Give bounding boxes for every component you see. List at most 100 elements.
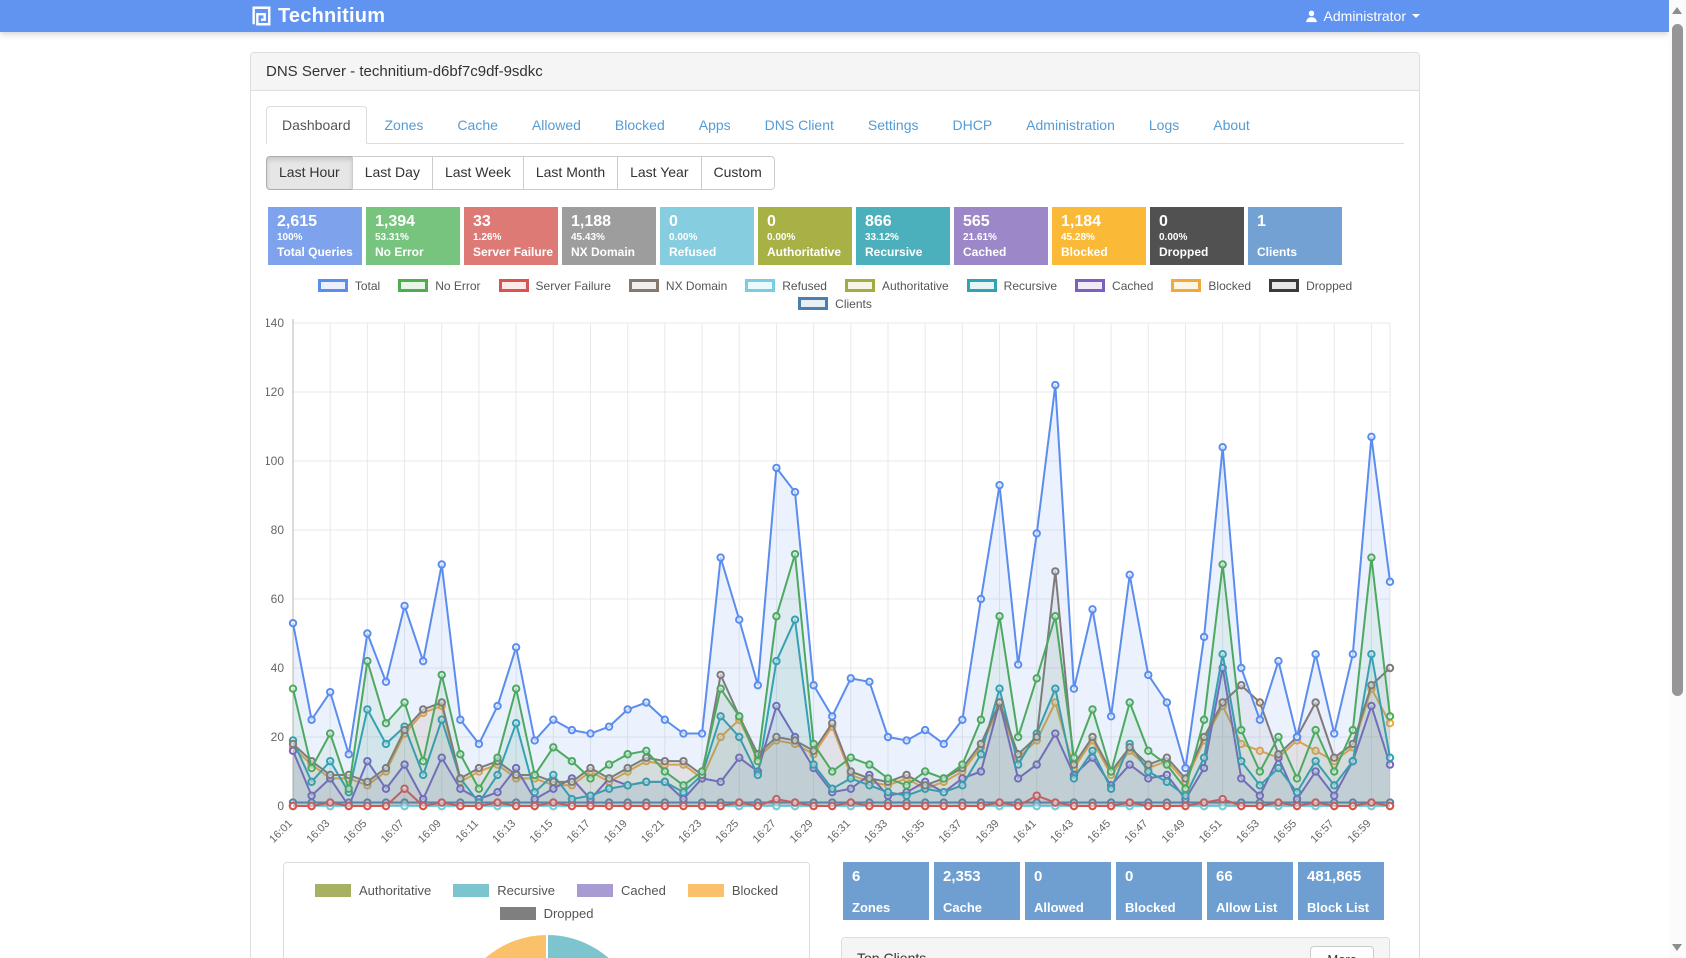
legend-clients[interactable]: Clients: [798, 297, 872, 311]
stat-authoritative: 00.00%Authoritative: [758, 207, 852, 265]
stat-value: 1: [1257, 212, 1333, 231]
legend-no-error[interactable]: No Error: [398, 279, 480, 293]
legend-label: No Error: [435, 279, 480, 293]
stat-blocked: 1,18445.28%Blocked: [1052, 207, 1146, 265]
pie-legend-authoritative[interactable]: Authoritative: [315, 883, 431, 898]
legend-swatch: [398, 279, 428, 292]
tab-blocked[interactable]: Blocked: [599, 106, 681, 144]
legend-label: Blocked: [1208, 279, 1251, 293]
range-custom[interactable]: Custom: [701, 156, 775, 190]
svg-text:16:55: 16:55: [1271, 818, 1299, 846]
stat-value: 0: [1034, 867, 1102, 886]
svg-text:16:25: 16:25: [713, 818, 741, 846]
tab-cache[interactable]: Cache: [441, 106, 513, 144]
range-last-month[interactable]: Last Month: [523, 156, 618, 190]
top-clients-more-button[interactable]: More: [1310, 946, 1374, 958]
legend-refused[interactable]: Refused: [745, 279, 827, 293]
page-scrollbar[interactable]: [1669, 0, 1686, 958]
tab-zones[interactable]: Zones: [369, 106, 440, 144]
stat-percent: 45.28%: [1061, 231, 1137, 244]
legend-swatch: [798, 297, 828, 310]
stat-percent: [1257, 231, 1333, 244]
counter-allow-list: 66Allow List: [1207, 862, 1293, 920]
svg-text:16:33: 16:33: [862, 818, 890, 846]
stat-label: Clients: [1257, 245, 1333, 260]
legend-cached[interactable]: Cached: [1075, 279, 1153, 293]
brand-text: Technitium: [278, 5, 385, 28]
svg-text:16:07: 16:07: [379, 818, 407, 846]
range-last-week[interactable]: Last Week: [432, 156, 524, 190]
stat-percent: 0.00%: [1159, 231, 1235, 244]
legend-swatch: [1171, 279, 1201, 292]
main-tabs: DashboardZonesCacheAllowedBlockedAppsDNS…: [266, 106, 1404, 144]
tab-about[interactable]: About: [1197, 106, 1266, 144]
tab-allowed[interactable]: Allowed: [516, 106, 597, 144]
stat-value: 481,865: [1307, 867, 1375, 886]
legend-swatch: [629, 279, 659, 292]
tab-dashboard[interactable]: Dashboard: [266, 106, 367, 144]
stat-clients: 1 Clients: [1248, 207, 1342, 265]
legend-label: Authoritative: [882, 279, 949, 293]
legend-label: Authoritative: [359, 883, 431, 898]
tab-dns-client[interactable]: DNS Client: [749, 106, 850, 144]
scrollbar-thumb[interactable]: [1672, 24, 1683, 696]
svg-text:16:11: 16:11: [454, 818, 481, 845]
tab-logs[interactable]: Logs: [1133, 106, 1195, 144]
legend-swatch: [577, 884, 613, 897]
pie-legend-recursive[interactable]: Recursive: [453, 883, 555, 898]
tab-administration[interactable]: Administration: [1010, 106, 1131, 144]
stat-no-error: 1,39453.31%No Error: [366, 207, 460, 265]
legend-label: NX Domain: [666, 279, 727, 293]
stat-label: Server Failure: [473, 245, 549, 260]
pie-legend-dropped[interactable]: Dropped: [500, 906, 594, 921]
legend-server-failure[interactable]: Server Failure: [499, 279, 611, 293]
legend-authoritative[interactable]: Authoritative: [845, 279, 949, 293]
svg-text:60: 60: [271, 592, 285, 606]
range-last-hour[interactable]: Last Hour: [266, 156, 353, 190]
user-menu[interactable]: Administrator: [1304, 8, 1420, 24]
brand-link[interactable]: Technitium: [250, 5, 385, 28]
legend-nx-domain[interactable]: NX Domain: [629, 279, 727, 293]
range-last-year[interactable]: Last Year: [617, 156, 701, 190]
svg-text:120: 120: [266, 385, 284, 399]
svg-text:0: 0: [277, 799, 284, 813]
legend-swatch: [745, 279, 775, 292]
svg-text:16:09: 16:09: [416, 818, 444, 846]
stat-percent: 100%: [277, 231, 353, 244]
stat-label: Block List: [1307, 900, 1375, 915]
stat-value: 6: [852, 867, 920, 886]
stat-value: 0: [669, 212, 745, 231]
stat-label: Cached: [963, 245, 1039, 260]
pie-legend-cached[interactable]: Cached: [577, 883, 666, 898]
svg-text:16:31: 16:31: [825, 818, 853, 846]
legend-blocked[interactable]: Blocked: [1171, 279, 1251, 293]
svg-text:16:49: 16:49: [1160, 818, 1188, 846]
legend-recursive[interactable]: Recursive: [967, 279, 1057, 293]
stat-value: 1,394: [375, 212, 451, 231]
pie-legend-blocked[interactable]: Blocked: [688, 883, 778, 898]
stat-value: 0: [767, 212, 843, 231]
legend-total[interactable]: Total: [318, 279, 380, 293]
stats-row: 2,615100%Total Queries1,39453.31%No Erro…: [268, 207, 1404, 265]
legend-swatch: [1075, 279, 1105, 292]
time-range-group: Last HourLast DayLast WeekLast MonthLast…: [266, 156, 775, 190]
tab-settings[interactable]: Settings: [852, 106, 935, 144]
legend-dropped[interactable]: Dropped: [1269, 279, 1352, 293]
svg-text:16:19: 16:19: [602, 818, 630, 846]
legend-swatch: [499, 279, 529, 292]
line-chart-legend: Total No Error Server Failure NX Domain Refu…: [266, 279, 1404, 315]
stat-label: Blocked: [1061, 245, 1137, 260]
tab-dhcp[interactable]: DHCP: [937, 106, 1009, 144]
page-container: DNS Server - technitium-d6bf7c9df-9sdkc …: [250, 0, 1420, 958]
stat-percent: 45.43%: [571, 231, 647, 244]
legend-label: Refused: [782, 279, 827, 293]
svg-text:16:21: 16:21: [639, 818, 667, 846]
queries-line-chart: 02040608010012014016:0116:0316:0516:0716…: [266, 317, 1404, 862]
scrollbar-down-arrow-icon[interactable]: [1672, 944, 1682, 951]
legend-label: Recursive: [1004, 279, 1057, 293]
scrollbar-up-arrow-icon[interactable]: [1672, 7, 1682, 14]
tab-apps[interactable]: Apps: [683, 106, 747, 144]
range-last-day[interactable]: Last Day: [352, 156, 433, 190]
svg-text:16:15: 16:15: [527, 818, 555, 846]
stat-label: Zones: [852, 900, 920, 915]
